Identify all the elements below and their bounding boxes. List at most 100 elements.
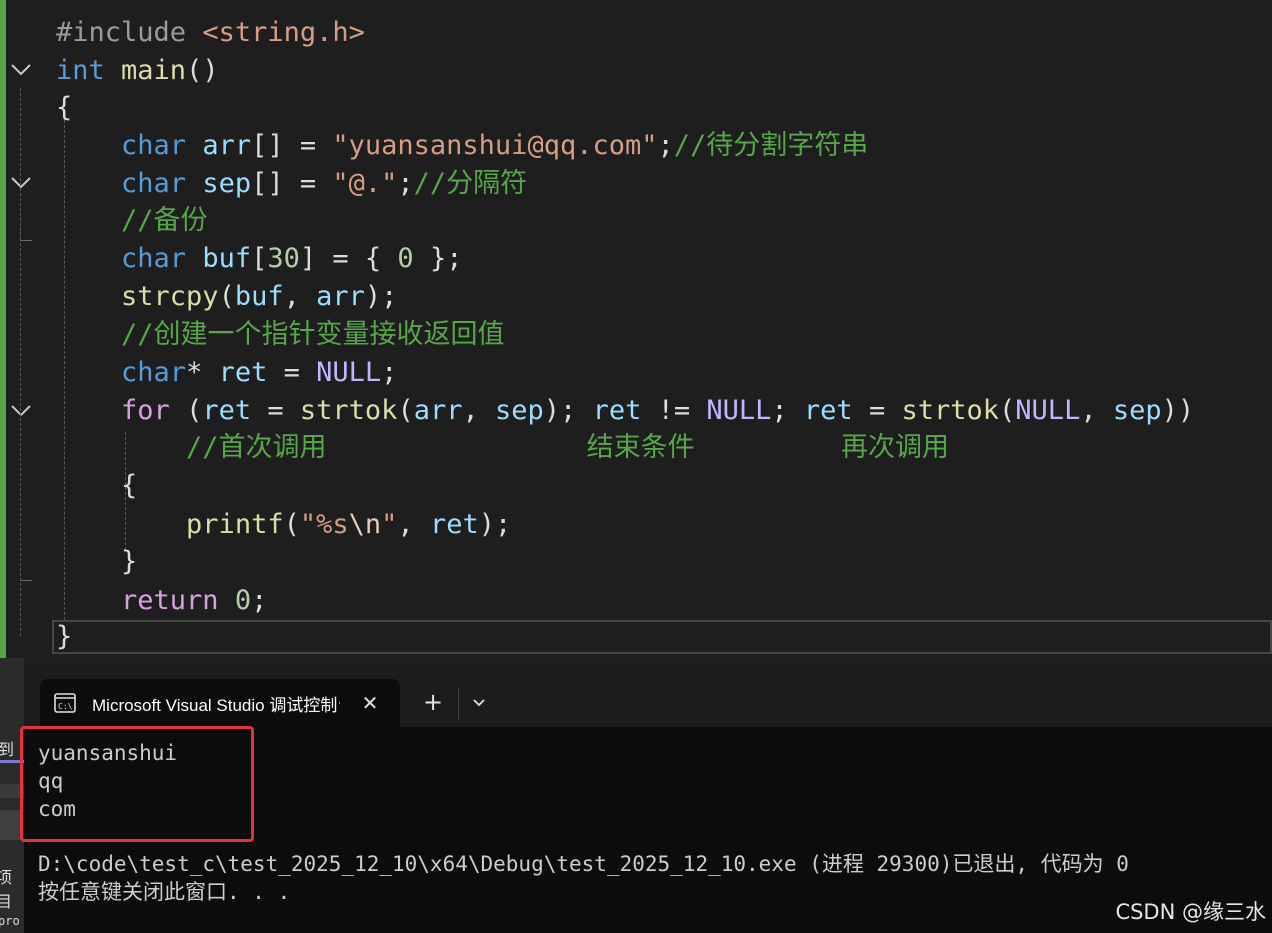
console-tab-bar: C:\ Microsoft Visual Studio 调试控制台 ✕ + (24, 664, 1272, 727)
side-panel-label: 到 (0, 740, 15, 759)
side-panel-label: pro (0, 914, 20, 928)
code-token: ret (803, 395, 853, 426)
code-token: ( (169, 395, 203, 426)
code-token: strtok (299, 395, 398, 426)
code-token: 30 (267, 243, 300, 274)
code-token: ret (592, 395, 642, 426)
code-line: } (56, 618, 72, 656)
code-token: "%s (299, 509, 349, 540)
code-token: buf (234, 281, 284, 312)
code-token: ); (543, 395, 593, 426)
code-token: //创建一个指针变量接收返回值 (121, 319, 505, 350)
code-token: char (121, 130, 203, 161)
code-token: "@." (332, 168, 398, 199)
code-line: char buf[30] = { 0 }; (56, 240, 462, 278)
outline-guide-end (20, 240, 32, 241)
code-line: //备份 (56, 202, 208, 240)
code-token: " (381, 509, 398, 540)
fold-chevron-icon[interactable] (9, 60, 33, 80)
change-indicator-bar (0, 0, 6, 658)
code-line: for (ret = strtok(arr, sep); ret != NULL… (56, 392, 1194, 430)
code-token: ( (999, 395, 1016, 426)
code-token: //待分割字符串 (673, 130, 869, 161)
code-token: ); (364, 281, 398, 312)
code-token: ; (771, 395, 804, 426)
code-token: , (397, 509, 430, 540)
code-token: { (56, 470, 138, 501)
code-token: sep (1112, 395, 1162, 426)
console-tab-title: Microsoft Visual Studio 调试控制台 (92, 696, 340, 715)
current-line-highlight (52, 620, 1272, 654)
code-line: { (56, 89, 72, 127)
code-token: ret (429, 509, 479, 540)
code-token: strtok (901, 395, 1000, 426)
code-token: , (462, 395, 495, 426)
svg-text:C:\: C:\ (58, 702, 73, 711)
code-token: printf (186, 509, 284, 540)
code-token: ; (251, 585, 268, 616)
outline-guide (20, 198, 21, 240)
fold-chevron-icon[interactable] (9, 401, 33, 421)
code-token: )) (1161, 395, 1195, 426)
code-token: for (121, 395, 170, 426)
console-exit-message: D:\code\test_c\test_2025_12_10\x64\Debug… (38, 852, 1129, 876)
code-token: arr (413, 395, 463, 426)
code-token: arr (316, 281, 365, 312)
code-line: return 0; (56, 582, 267, 620)
code-token: ( (283, 509, 300, 540)
side-panel-button[interactable] (0, 810, 22, 840)
code-line: #include <string.h> (56, 14, 365, 52)
code-line: } (56, 543, 137, 581)
code-line: char* ret = NULL; (56, 354, 397, 392)
code-token: sep (202, 168, 252, 199)
code-line: strcpy(buf, arr); (56, 278, 397, 316)
code-token: }; (413, 243, 463, 274)
code-token: char (121, 243, 203, 274)
code-token: NULL (316, 357, 382, 388)
console-press-key-message: 按任意键关闭此窗口. . . (38, 880, 291, 904)
code-token: \n (348, 509, 382, 540)
code-token: [ (251, 243, 268, 274)
close-icon[interactable]: ✕ (358, 691, 382, 715)
code-token: NULL (1015, 395, 1081, 426)
code-token: #include (56, 17, 203, 48)
code-token: <string.h> (202, 17, 365, 48)
terminal-icon: C:\ (54, 693, 76, 713)
code-token: ret (202, 395, 252, 426)
code-token: [] = (251, 168, 333, 199)
code-token: ; (657, 130, 674, 161)
code-token: ] = { (299, 243, 398, 274)
code-token: , (1080, 395, 1113, 426)
code-token: 0 (234, 585, 252, 616)
code-token: ( (397, 395, 414, 426)
code-token: //备份 (121, 205, 208, 236)
code-token: ; (381, 357, 398, 388)
code-token: , (283, 281, 317, 312)
code-token: != (641, 395, 707, 426)
chevron-down-icon[interactable] (468, 692, 490, 714)
code-editor[interactable]: #include <string.h> int main(){ char arr[… (0, 0, 1272, 658)
code-token: * (186, 357, 219, 388)
fold-chevron-icon[interactable] (9, 173, 33, 193)
side-panel-label: 项目 (0, 868, 13, 911)
code-line: char arr[] = "yuansanshui@qq.com";//待分割字… (56, 127, 868, 165)
outline-guide-end (20, 580, 32, 581)
watermark: CSDN @缘三水 (1115, 900, 1266, 924)
code-line: char sep[] = "@.";//分隔符 (56, 165, 527, 203)
console-tab[interactable]: C:\ Microsoft Visual Studio 调试控制台 ✕ (40, 679, 400, 727)
code-token: //分隔符 (413, 168, 528, 199)
code-token: } (56, 546, 138, 577)
tab-separator (458, 688, 459, 720)
new-tab-button[interactable]: + (420, 688, 446, 718)
code-token: NULL (706, 395, 772, 426)
code-line: printf("%s\n", ret); (56, 506, 511, 544)
code-token: char (121, 357, 187, 388)
code-token: = (267, 357, 317, 388)
